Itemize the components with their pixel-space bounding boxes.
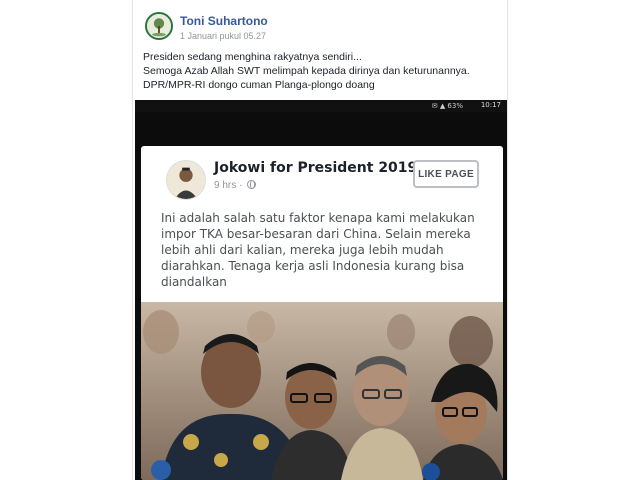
embedded-post-text: Ini adalah salah satu faktor kenapa kami… xyxy=(161,210,491,290)
embedded-text-line: Ini adalah salah satu faktor kenapa kami… xyxy=(161,211,475,225)
phone-status-bar: ✉ ▲ 63% 10:17 xyxy=(135,100,507,112)
globe-icon xyxy=(247,180,257,189)
caption-line: DPR/MPR-RI dongo cuman Planga-plongo doa… xyxy=(143,79,375,91)
crowd-photo xyxy=(141,302,503,480)
status-time: 10:17 xyxy=(480,101,501,109)
facebook-post: Toni Suhartono 1 Januari pukul 05.27 Pre… xyxy=(133,0,507,480)
embedded-facebook-card: Jokowi for President 2019 9 hrs · LIKE P… xyxy=(141,146,503,480)
author-name[interactable]: Toni Suhartono xyxy=(180,14,268,28)
post-timestamp[interactable]: 1 Januari pukul 05.27 xyxy=(180,31,266,41)
like-page-button: LIKE PAGE xyxy=(413,160,479,188)
page-edge-right xyxy=(507,0,508,480)
embedded-text-line: lebih ahli dari kalian, mereka juga lebi… xyxy=(161,243,444,257)
embedded-text-line: diandalkan xyxy=(161,275,227,289)
caption-line: Presiden sedang menghina rakyatnya sendi… xyxy=(143,51,362,63)
shared-screenshot-image[interactable]: ✉ ▲ 63% 10:17 Jokowi for President 2019 … xyxy=(135,100,507,480)
page-name: Jokowi for President 2019 xyxy=(214,160,418,176)
page-meta-text: 9 hrs · xyxy=(214,180,246,191)
embedded-text-line: diarahkan. Tenaga kerja asli Indonesia k… xyxy=(161,259,465,273)
status-icons: ✉ ▲ 63% xyxy=(431,102,463,110)
page-avatar-icon xyxy=(166,160,206,200)
profile-avatar-icon[interactable] xyxy=(145,12,173,40)
embedded-text-line: impor TKA besar-besaran dari China. Sela… xyxy=(161,227,471,241)
post-caption: Presiden sedang menghina rakyatnya sendi… xyxy=(143,50,503,92)
caption-line: Semoga Azab Allah SWT melimpah kepada di… xyxy=(143,65,470,77)
page-meta: 9 hrs · xyxy=(214,180,257,191)
